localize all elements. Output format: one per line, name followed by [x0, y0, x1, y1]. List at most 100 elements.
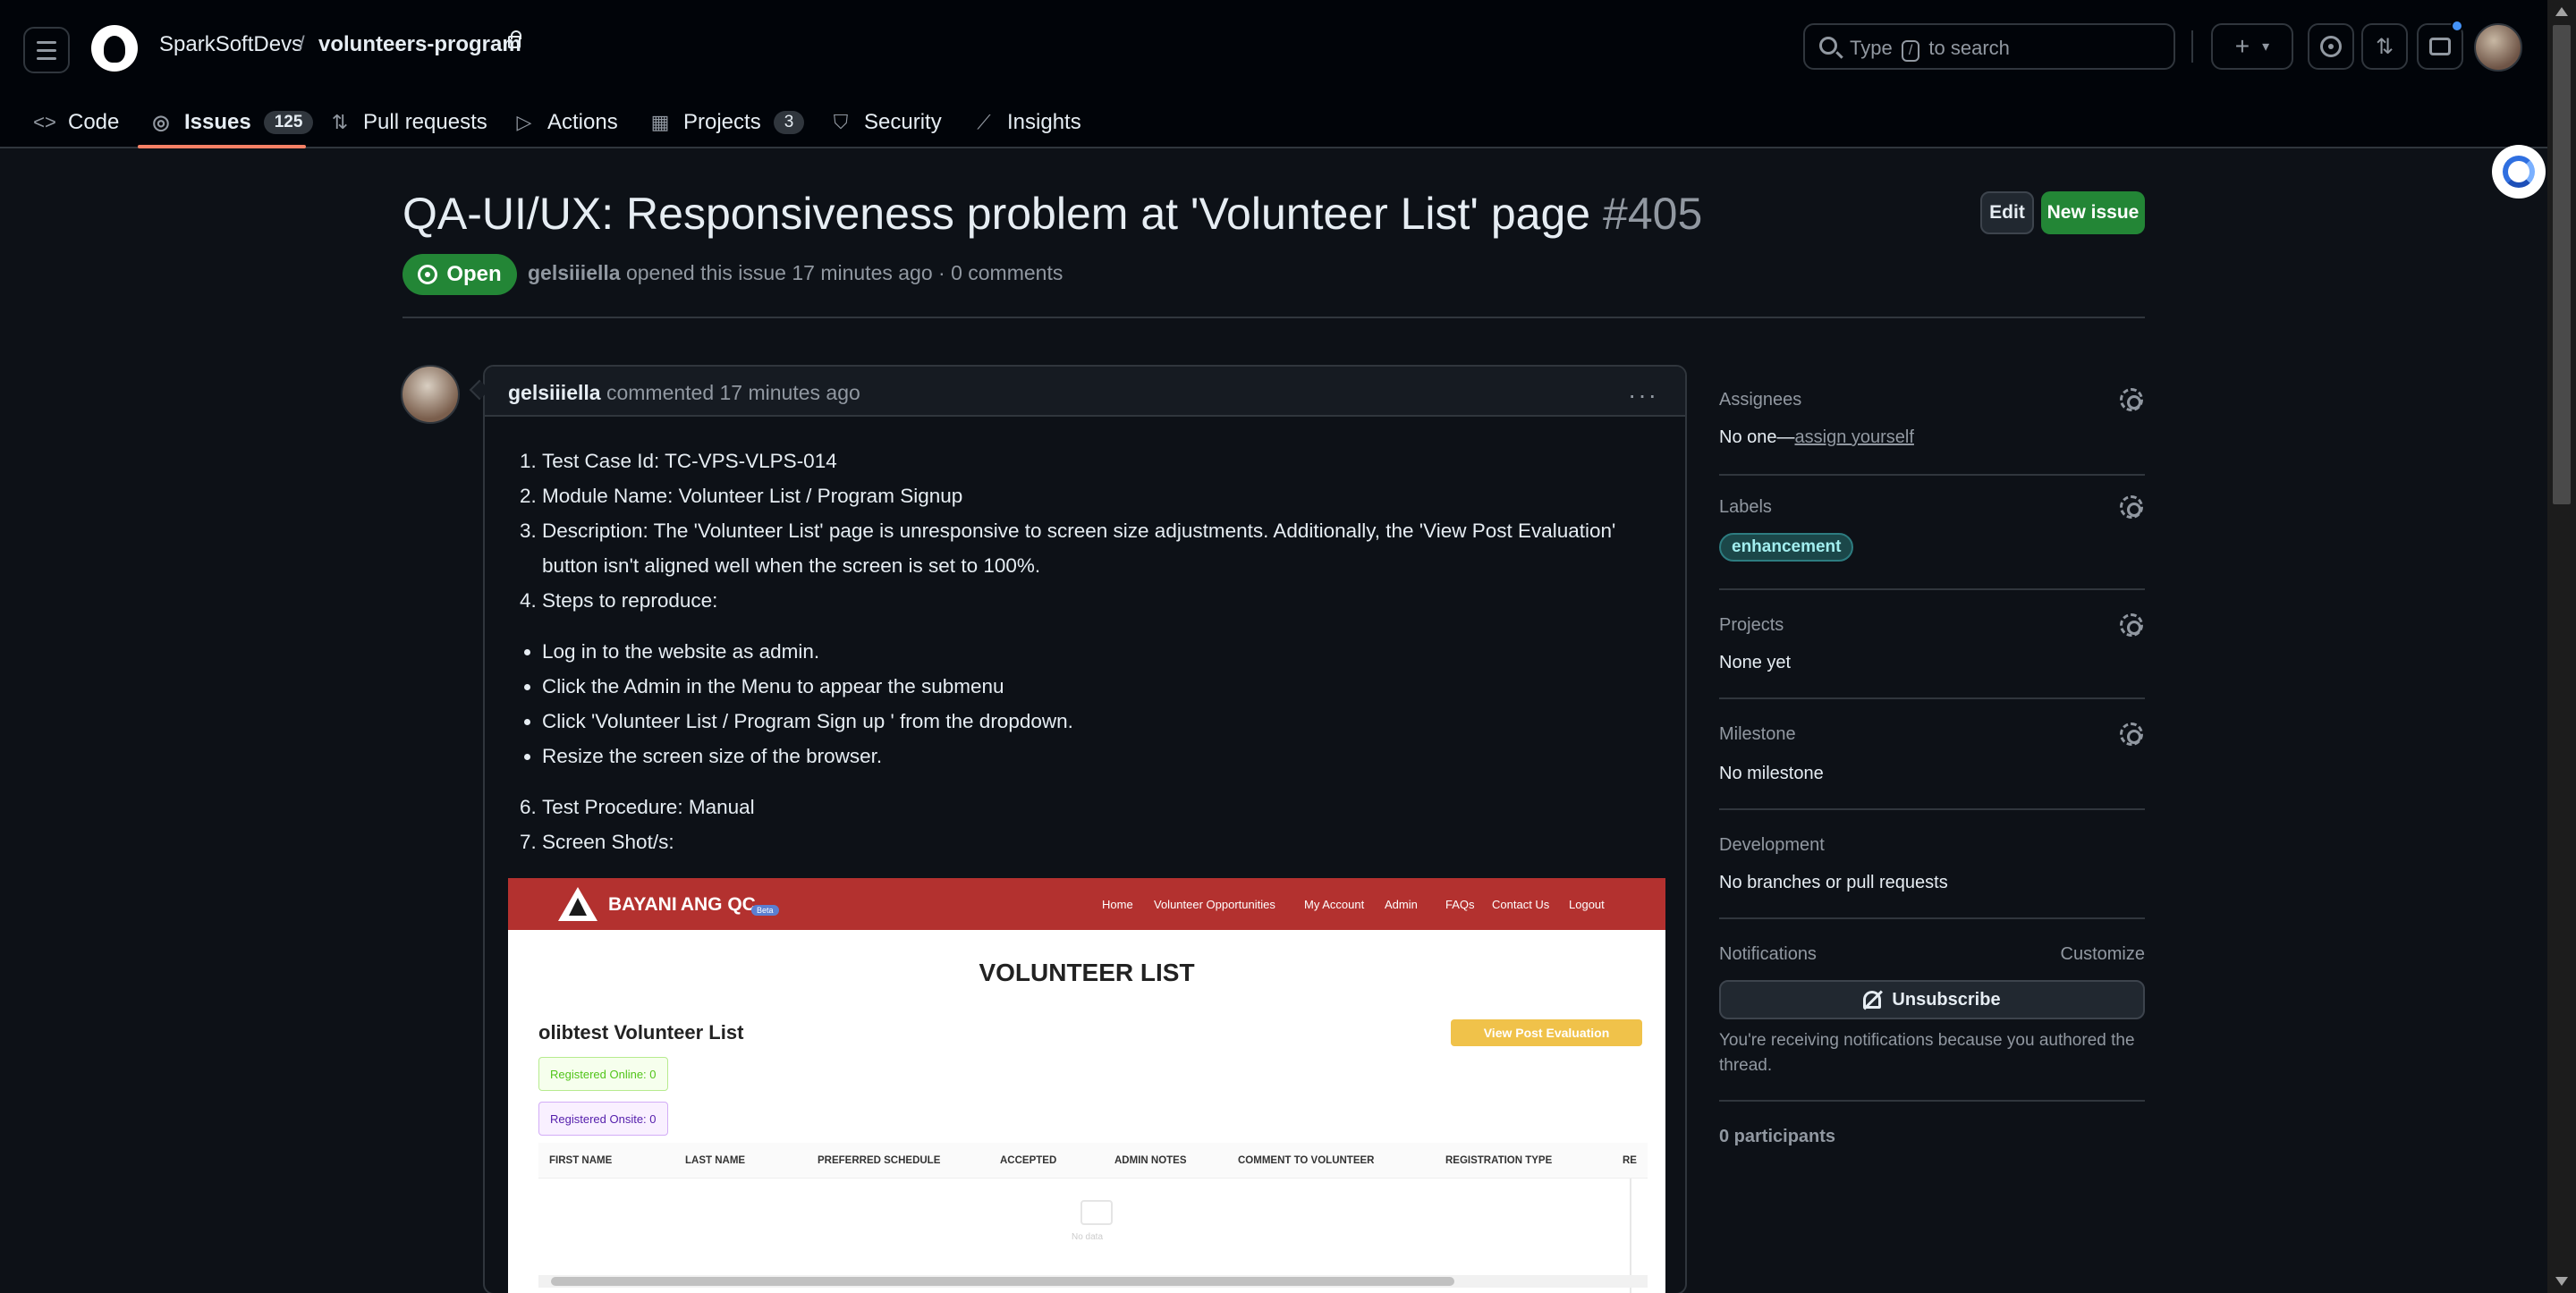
assignees-text: No one— — [1719, 427, 1795, 447]
tab-projects[interactable]: ▦ Projects 3 — [649, 102, 805, 143]
projects-value: None yet — [1719, 653, 1792, 672]
table-icon: ▦ — [650, 111, 670, 133]
tab-label: Insights — [1007, 110, 1081, 134]
gear-icon[interactable] — [2120, 613, 2143, 637]
labels-heading: Labels — [1719, 497, 1772, 517]
copilot-icon[interactable] — [2492, 145, 2546, 199]
menu-icon[interactable] — [23, 27, 70, 73]
breadcrumb-owner[interactable]: SparkSoftDevs — [159, 32, 302, 57]
list-item: Description: The 'Volunteer List' page i… — [542, 513, 1671, 583]
slash-key-hint: / — [1901, 40, 1920, 62]
issue-author-link[interactable]: gelsiiiella — [528, 261, 621, 284]
development-value: No branches or pull requests — [1719, 873, 1948, 892]
your-issues-button[interactable] — [2308, 23, 2354, 70]
code-icon: <> — [33, 111, 56, 133]
screenshot-empty-text: No data — [1072, 1232, 1104, 1242]
your-pull-requests-button[interactable]: ⇅ — [2361, 23, 2408, 70]
scroll-down-arrow-icon[interactable] — [2555, 1277, 2568, 1286]
list-item: Screen Shot/s: — [542, 824, 1671, 859]
participants-count: 0 participants — [1719, 1127, 1836, 1146]
screenshot-view-post-evaluation: View Post Evaluation — [1451, 1019, 1642, 1046]
milestone-heading: Milestone — [1719, 724, 1796, 744]
search-input[interactable]: Type / to search — [1803, 23, 2175, 70]
play-icon: ▷ — [516, 111, 532, 133]
plus-icon: + — [2234, 32, 2250, 60]
tab-label: Security — [864, 110, 942, 134]
comment-timestamp[interactable]: commented 17 minutes ago — [606, 381, 860, 404]
gear-icon[interactable] — [2120, 388, 2143, 411]
screenshot-page-title: VOLUNTEER LIST — [979, 959, 1195, 986]
header-divider — [2191, 30, 2193, 63]
github-logo-icon[interactable] — [91, 25, 138, 72]
gear-icon[interactable] — [2120, 723, 2143, 746]
gear-icon[interactable] — [2120, 495, 2143, 519]
screenshot-column-header: LAST NAME — [685, 1155, 746, 1166]
assignees-heading: Assignees — [1719, 390, 1802, 410]
tab-insights[interactable]: ⟋ Insights — [973, 102, 1081, 143]
bayanihang-logo-icon — [558, 887, 597, 921]
tab-issues[interactable]: ◎ Issues 125 — [150, 102, 314, 143]
issue-icon — [2320, 36, 2342, 57]
assign-yourself-link[interactable]: assign yourself — [1795, 427, 1914, 447]
screenshot-menu-item: FAQs — [1445, 898, 1475, 911]
kebab-menu-icon[interactable]: ··· — [1628, 381, 1658, 410]
issue-comment: gelsiiiella commented 17 minutes ago ···… — [483, 365, 1687, 1293]
scroll-up-arrow-icon[interactable] — [2555, 7, 2568, 16]
search-icon — [1819, 37, 1837, 55]
tab-label: Pull requests — [363, 110, 487, 134]
divider — [1719, 588, 2145, 590]
tab-security[interactable]: ⛉ Security — [830, 102, 942, 143]
customize-link[interactable]: Customize — [2061, 944, 2145, 965]
unsubscribe-button[interactable]: Unsubscribe — [1719, 980, 2145, 1019]
divider — [1719, 808, 2145, 810]
list-item: Test Case Id: TC-VPS-VLPS-014 — [542, 444, 1671, 478]
screenshot-column-header: ADMIN NOTES — [1114, 1155, 1187, 1166]
issue-meta-text: opened this issue 17 minutes ago · 0 com… — [625, 261, 1063, 284]
assignees-value: No one—assign yourself — [1719, 427, 1914, 448]
details-list: Test Case Id: TC-VPS-VLPS-014 Module Nam… — [508, 444, 1671, 618]
global-header: SparkSoftDevs / volunteers-program Type … — [0, 0, 2547, 148]
bell-slash-icon — [1863, 991, 1882, 1009]
details-list-continued: Test Procedure: Manual Screen Shot/s: — [508, 790, 1671, 859]
screenshot-scroll-thumb — [551, 1277, 1454, 1286]
screenshot-registered-online: Registered Online: 0 — [538, 1057, 668, 1091]
screenshot-horizontal-scrollbar — [538, 1275, 1648, 1288]
issue-title-text: QA-UI/UX: Responsiveness problem at 'Vol… — [402, 189, 1591, 239]
breadcrumb-repo[interactable]: volunteers-program — [318, 32, 521, 57]
repo-tabs: <> Code ◎ Issues 125 ⇅ Pull requests ▷ A… — [0, 93, 1252, 148]
list-item: Steps to reproduce: — [542, 583, 1671, 618]
divider — [1719, 697, 2145, 699]
screenshot-beta-badge: Beta — [751, 905, 779, 916]
comment-author-link[interactable]: gelsiiiella — [508, 381, 601, 404]
user-avatar[interactable] — [2474, 23, 2522, 72]
graph-icon: ⟋ — [977, 111, 991, 133]
edit-button[interactable]: Edit — [1980, 191, 2034, 234]
tab-actions[interactable]: ▷ Actions — [513, 102, 618, 143]
page-scrollbar[interactable] — [2547, 0, 2576, 1293]
screenshot-column-header: REGISTRATION TYPE — [1445, 1155, 1553, 1166]
label-enhancement[interactable]: enhancement — [1719, 533, 1854, 562]
screenshot-menu-item: Volunteer Opportunities — [1154, 898, 1275, 911]
projects-heading: Projects — [1719, 615, 1784, 635]
issue-icon: ◎ — [152, 111, 170, 133]
empty-inbox-icon — [1080, 1200, 1113, 1225]
new-issue-button[interactable]: New issue — [2041, 191, 2145, 234]
tab-label: Actions — [547, 110, 618, 134]
screenshot-column-header: COMMENT TO VOLUNTEER — [1238, 1155, 1375, 1166]
divider — [1719, 474, 2145, 476]
issues-counter: 125 — [263, 111, 314, 134]
chevron-down-icon: ▾ — [2262, 39, 2270, 55]
tab-code[interactable]: <> Code — [33, 102, 119, 143]
attached-screenshot[interactable]: BAYANI ANG QC Beta Home Volunteer Opport… — [508, 878, 1665, 1293]
comment-author-avatar[interactable] — [401, 365, 460, 424]
tab-pull-requests[interactable]: ⇅ Pull requests — [329, 102, 487, 143]
page: SparkSoftDevs / volunteers-program Type … — [0, 0, 2576, 1293]
tab-label: Issues — [184, 110, 251, 134]
scrollbar-thumb[interactable] — [2553, 25, 2571, 504]
milestone-value: No milestone — [1719, 764, 1824, 783]
list-item: Test Procedure: Manual — [542, 790, 1671, 824]
screenshot-table-header: FIRST NAME LAST NAME PREFERRED SCHEDULE … — [538, 1143, 1648, 1179]
screenshot-column-header: ACCEPTED — [1000, 1155, 1057, 1166]
create-new-button[interactable]: + ▾ — [2211, 23, 2293, 70]
divider — [1719, 917, 2145, 919]
